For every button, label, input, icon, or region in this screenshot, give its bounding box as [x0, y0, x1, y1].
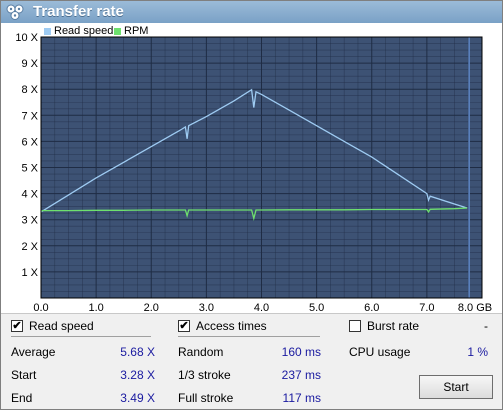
x-tick-label: 8.0 GB — [458, 302, 492, 313]
x-tick-label: 5.0 — [309, 302, 324, 313]
transfer-rate-chart: Read speed RPM 1 X2 X3 X4 X5 X6 X7 X8 X9… — [1, 23, 502, 313]
access-times-divider — [178, 336, 320, 337]
x-tick-label: 7.0 — [419, 302, 434, 313]
cpu-usage-label: CPU usage — [349, 345, 411, 359]
x-tick-label: 1.0 — [88, 302, 103, 313]
start-button[interactable]: Start — [419, 375, 493, 399]
start-label: Start — [11, 368, 37, 382]
access-times-option-label: Access times — [196, 319, 267, 333]
x-tick-label: 3.0 — [199, 302, 214, 313]
y-tick-label: 1 X — [21, 267, 38, 279]
y-tick-label: 2 X — [21, 241, 38, 253]
third-stroke-value: 237 ms — [281, 368, 321, 382]
read-speed-checkbox[interactable]: ✔ — [11, 320, 23, 332]
y-tick-label: 4 X — [21, 189, 38, 201]
y-tick-label: 8 X — [21, 84, 38, 96]
y-tick-label: 3 X — [21, 215, 38, 227]
average-value: 5.68 X — [120, 345, 155, 359]
read-speed-option-label: Read speed — [29, 319, 94, 333]
end-value: 3.49 X — [120, 391, 155, 405]
y-tick-label: 7 X — [21, 110, 38, 122]
read-speed-divider — [11, 336, 151, 337]
full-stroke-value: 117 ms — [282, 391, 321, 405]
cpu-usage-value: 1 % — [467, 345, 488, 359]
full-stroke-label: Full stroke — [178, 391, 234, 405]
access-times-checkbox[interactable]: ✔ — [178, 320, 190, 332]
x-tick-label: 6.0 — [364, 302, 379, 313]
x-tick-label: 4.0 — [254, 302, 269, 313]
x-tick-label: 0.0 — [33, 302, 48, 313]
random-value: 160 ms — [281, 345, 321, 359]
burst-rate-checkbox[interactable] — [349, 320, 361, 332]
end-label: End — [11, 391, 33, 405]
plot-area: 1 X 2 X 3 X 4 X 5 X 6 X 7 X 8 X 9 X 10 X 0.0 1.0 2.0… — [15, 32, 492, 313]
random-label: Random — [178, 345, 224, 359]
burst-rate-value: - — [484, 319, 488, 333]
x-tick-label: 2.0 — [144, 302, 159, 313]
transfer-rate-window: Transfer rate Read speed RPM 1 X2 X3 X4 … — [0, 0, 503, 410]
average-label: Average — [11, 345, 56, 359]
title-bar: Transfer rate — [1, 1, 502, 24]
y-tick-label: 10 X — [15, 32, 38, 44]
disc-icon — [6, 4, 24, 20]
start-value: 3.28 X — [120, 368, 155, 382]
y-tick-label: 5 X — [21, 163, 38, 175]
y-tick-label: 9 X — [21, 58, 38, 70]
burst-rate-option-label: Burst rate — [367, 319, 420, 333]
third-stroke-label: 1/3 stroke — [178, 368, 231, 382]
y-tick-label: 6 X — [21, 136, 38, 148]
window-title: Transfer rate — [33, 3, 124, 20]
